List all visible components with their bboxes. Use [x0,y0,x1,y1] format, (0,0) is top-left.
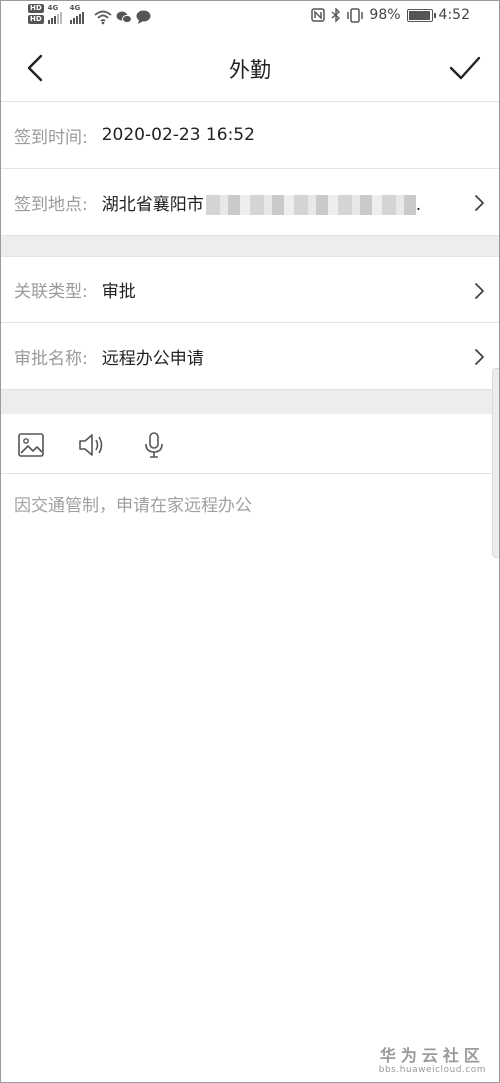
status-left: HD HD 4G 4G [28,4,151,30]
location-ellipsis: . [415,194,422,215]
relation-type-value: 审批 [101,282,136,302]
checkin-location-row[interactable]: 签到地点: 湖北省襄阳市. [0,169,500,236]
clock: 4:52 [438,7,470,23]
speaker-icon [79,434,103,456]
checkin-time-value: 2020-02-23 16:52 [101,125,255,145]
wechat-icon [116,11,132,24]
section-divider [0,236,500,256]
checkin-time-label: 签到时间: [14,127,88,148]
voice-input-button[interactable] [139,430,169,460]
add-image-button[interactable] [16,430,46,460]
approval-name-label: 审批名称: [14,348,88,369]
watermark-title: 华为云社区 [379,1046,485,1065]
network-type: 4G [69,4,81,12]
remark-input[interactable]: 因交通管制，申请在家远程办公 [14,491,252,516]
attachment-toolbar [0,414,500,474]
confirm-button[interactable] [448,52,482,84]
microphone-icon [145,432,163,458]
watermark: 华为云社区 bbs.huaweicloud.com [379,1042,486,1075]
relation-type-row[interactable]: 关联类型: 审批 [0,256,500,323]
network-type: 4G [47,4,59,12]
section-divider [0,390,500,414]
status-right: 98% 4:52 [311,7,470,23]
watermark-url: bbs.huaweicloud.com [378,1065,486,1075]
wifi-icon [94,10,112,25]
image-icon [18,433,44,457]
checkin-location-label: 签到地点: [14,194,88,215]
approval-name-row[interactable]: 审批名称: 远程办公申请 [0,323,500,390]
title-bar: 外勤 [0,34,500,102]
signal-icon: 4G [47,4,66,24]
bluetooth-icon [331,7,341,23]
checkmark-icon [449,56,481,80]
battery-percent: 98% [369,7,401,23]
vibrate-icon [347,7,364,23]
chevron-right-icon [475,283,484,299]
hd-badge: HD [28,15,44,24]
hd-badge: HD [28,4,44,13]
page-title: 外勤 [229,58,271,82]
location-city: 湖北省襄阳市 [101,194,204,215]
blurred-address [205,194,416,215]
battery-level [408,10,431,20]
relation-type-label: 关联类型: [14,282,88,302]
battery-icon [406,8,436,22]
add-audio-button[interactable] [77,430,107,460]
status-bar: HD HD 4G 4G 98% 4:52 [0,0,500,34]
chevron-right-icon [475,195,484,211]
checkin-time-row: 签到时间: 2020-02-23 16:52 [0,102,500,169]
side-drag-handle[interactable] [492,368,500,558]
message-icon [136,10,151,24]
chevron-right-icon [475,349,484,365]
signal-icon: 4G [69,4,90,24]
nfc-icon [311,8,326,22]
approval-name-value: 远程办公申请 [101,348,204,369]
checkin-location-value: 湖北省襄阳市. [102,190,421,215]
